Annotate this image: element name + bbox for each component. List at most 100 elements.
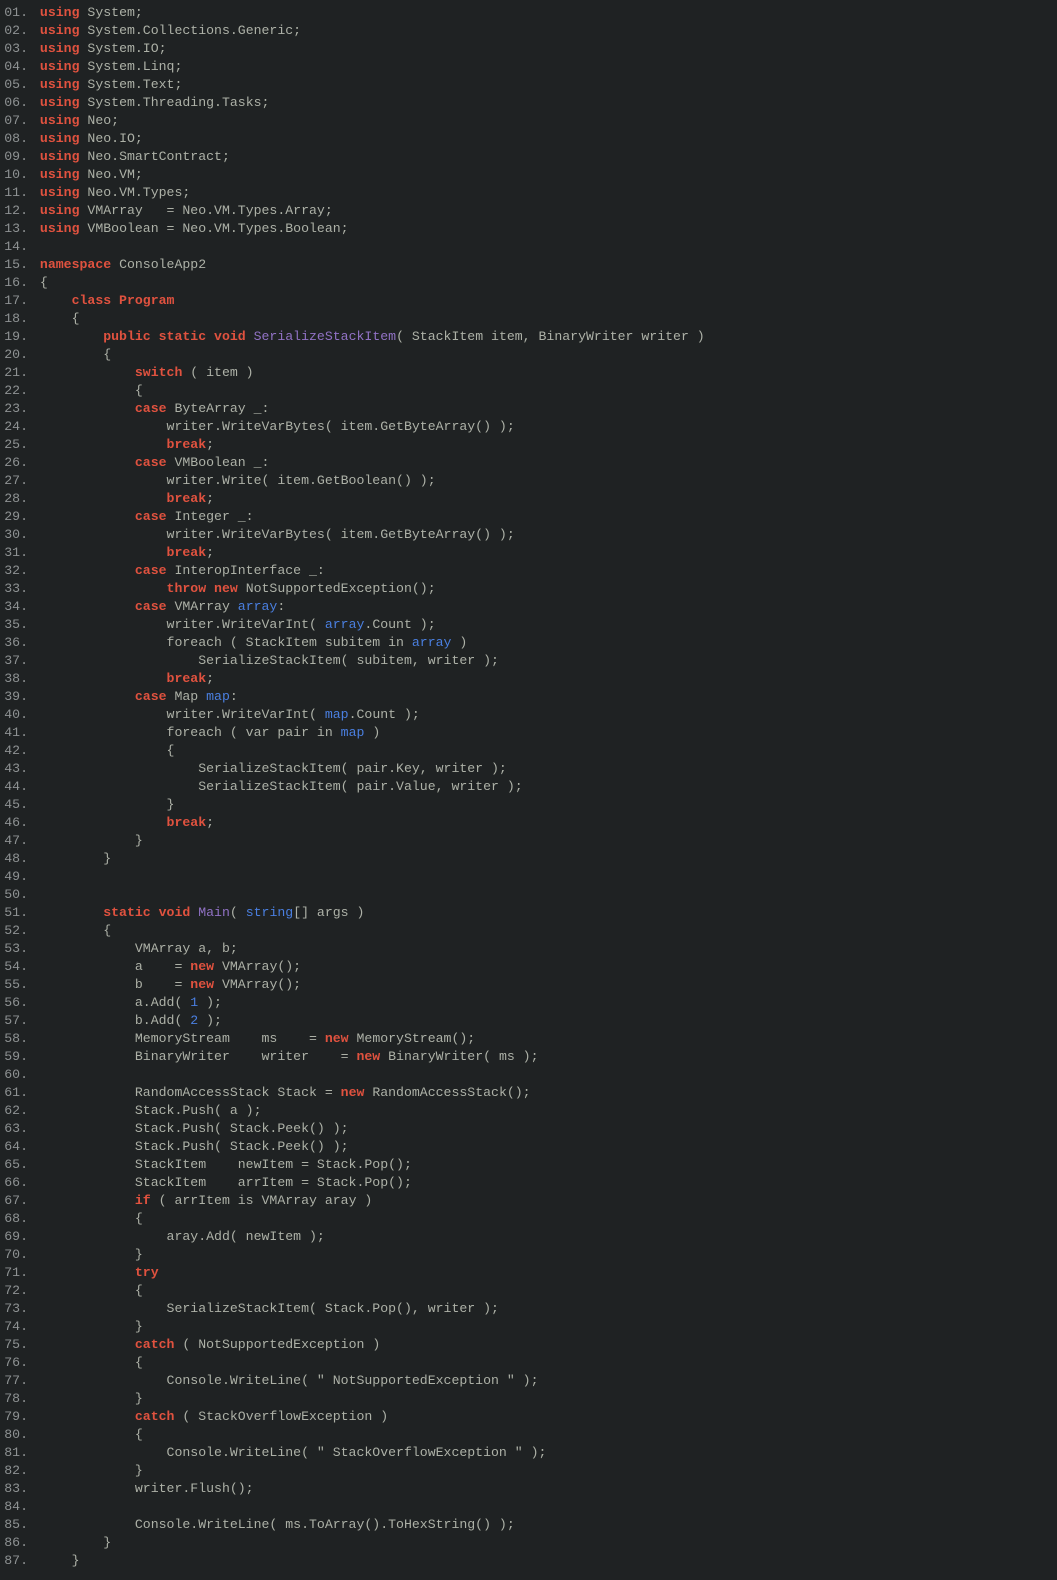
line-number: 44. — [0, 778, 32, 796]
code-line: 31. break; — [0, 544, 1057, 562]
code-line: 07. using Neo; — [0, 112, 1057, 130]
code-token — [40, 1265, 135, 1280]
code-line: 37. SerializeStackItem( subitem, writer … — [0, 652, 1057, 670]
code-line: 42. { — [0, 742, 1057, 760]
code-token: map — [206, 689, 230, 704]
code-token: public static void — [103, 329, 245, 344]
code-line: 79. catch ( StackOverflowException ) — [0, 1408, 1057, 1426]
code-token: } — [40, 851, 111, 866]
line-number: 45. — [0, 796, 32, 814]
code-token: b.Add( — [40, 1013, 190, 1028]
code-line: 48. } — [0, 850, 1057, 868]
code-token: map — [325, 707, 349, 722]
code-token: case — [135, 401, 167, 416]
code-token: Stack.Push( Stack.Peek() ); — [40, 1139, 349, 1154]
code-token: " NotSupportedException " — [317, 1373, 515, 1388]
code-token: ( StackItem item, BinaryWriter writer ) — [396, 329, 705, 344]
code-token: ( — [230, 905, 246, 920]
code-token: SerializeStackItem( Stack.Pop(), writer … — [40, 1301, 499, 1316]
code-line: 70. } — [0, 1246, 1057, 1264]
code-token: { — [40, 1283, 143, 1298]
code-token: using — [40, 149, 80, 164]
code-token: writer.WriteVarBytes( item.GetByteArray(… — [40, 527, 515, 542]
code-token: writer.Flush(); — [40, 1481, 254, 1496]
line-number: 06. — [0, 94, 32, 112]
code-token: b = — [40, 977, 190, 992]
code-token: using — [40, 59, 80, 74]
code-token — [40, 437, 167, 452]
code-token: { — [40, 275, 48, 290]
code-line: 16. { — [0, 274, 1057, 292]
code-token: ) — [451, 635, 467, 650]
line-number: 51. — [0, 904, 32, 922]
line-number: 58. — [0, 1030, 32, 1048]
line-number: 86. — [0, 1534, 32, 1552]
code-token: break — [167, 545, 207, 560]
code-token: writer.WriteVarInt( — [40, 707, 325, 722]
line-number: 75. — [0, 1336, 32, 1354]
code-line: 32. case InteropInterface _: — [0, 562, 1057, 580]
line-number: 05. — [0, 76, 32, 94]
code-line: 85. Console.WriteLine( ms.ToArray().ToHe… — [0, 1516, 1057, 1534]
code-token: break — [167, 815, 207, 830]
line-number: 71. — [0, 1264, 32, 1282]
code-line: 75. catch ( NotSupportedException ) — [0, 1336, 1057, 1354]
code-token: System.Collections.Generic; — [80, 23, 302, 38]
code-token: StackItem newItem = Stack.Pop(); — [40, 1157, 412, 1172]
code-token: SerializeStackItem( pair.Value, writer )… — [40, 779, 523, 794]
code-token: " StackOverflowException " — [317, 1445, 523, 1460]
code-line: 04. using System.Linq; — [0, 58, 1057, 76]
code-token: NotSupportedException(); — [238, 581, 436, 596]
line-number: 64. — [0, 1138, 32, 1156]
code-token: if — [135, 1193, 151, 1208]
code-token: break — [167, 671, 207, 686]
code-token: Main — [198, 905, 230, 920]
line-number: 35. — [0, 616, 32, 634]
code-line: 18. { — [0, 310, 1057, 328]
line-number: 59. — [0, 1048, 32, 1066]
line-number: 32. — [0, 562, 32, 580]
code-token — [40, 689, 135, 704]
line-number: 43. — [0, 760, 32, 778]
code-token: SerializeStackItem( pair.Key, writer ); — [40, 761, 507, 776]
code-token: ; — [206, 437, 214, 452]
code-token — [40, 491, 167, 506]
code-token: map — [341, 725, 365, 740]
code-token: ByteArray _: — [167, 401, 270, 416]
code-line: 39. case Map map: — [0, 688, 1057, 706]
code-token: namespace — [40, 257, 111, 272]
code-line: 72. { — [0, 1282, 1057, 1300]
code-token: using — [40, 167, 80, 182]
code-line: 68. { — [0, 1210, 1057, 1228]
code-line: 35. writer.WriteVarInt( array.Count ); — [0, 616, 1057, 634]
code-line: 25. break; — [0, 436, 1057, 454]
code-line: 05. using System.Text; — [0, 76, 1057, 94]
code-token: foreach ( var pair in — [40, 725, 341, 740]
line-number: 70. — [0, 1246, 32, 1264]
code-line: 19. public static void SerializeStackIte… — [0, 328, 1057, 346]
code-token: SerializeStackItem — [254, 329, 396, 344]
line-number: 66. — [0, 1174, 32, 1192]
code-token: Console.WriteLine( — [40, 1373, 317, 1388]
code-token — [40, 581, 167, 596]
code-token — [40, 545, 167, 560]
code-token: StackItem arrItem = Stack.Pop(); — [40, 1175, 412, 1190]
code-token: : — [230, 689, 238, 704]
code-token: .Count ); — [364, 617, 435, 632]
code-line: 41. foreach ( var pair in map ) — [0, 724, 1057, 742]
line-number: 19. — [0, 328, 32, 346]
code-line: 65. StackItem newItem = Stack.Pop(); — [0, 1156, 1057, 1174]
line-number: 49. — [0, 868, 32, 886]
code-token: VMArray = Neo.VM.Types.Array; — [80, 203, 333, 218]
code-line: 12. using VMArray = Neo.VM.Types.Array; — [0, 202, 1057, 220]
code-line: 59. BinaryWriter writer = new BinaryWrit… — [0, 1048, 1057, 1066]
code-line: 57. b.Add( 2 ); — [0, 1012, 1057, 1030]
line-number: 02. — [0, 22, 32, 40]
code-line: 22. { — [0, 382, 1057, 400]
code-line: 73. SerializeStackItem( Stack.Pop(), wri… — [0, 1300, 1057, 1318]
code-token — [40, 329, 103, 344]
line-number: 83. — [0, 1480, 32, 1498]
line-number: 63. — [0, 1120, 32, 1138]
code-token: new — [356, 1049, 380, 1064]
code-token: } — [40, 1535, 111, 1550]
